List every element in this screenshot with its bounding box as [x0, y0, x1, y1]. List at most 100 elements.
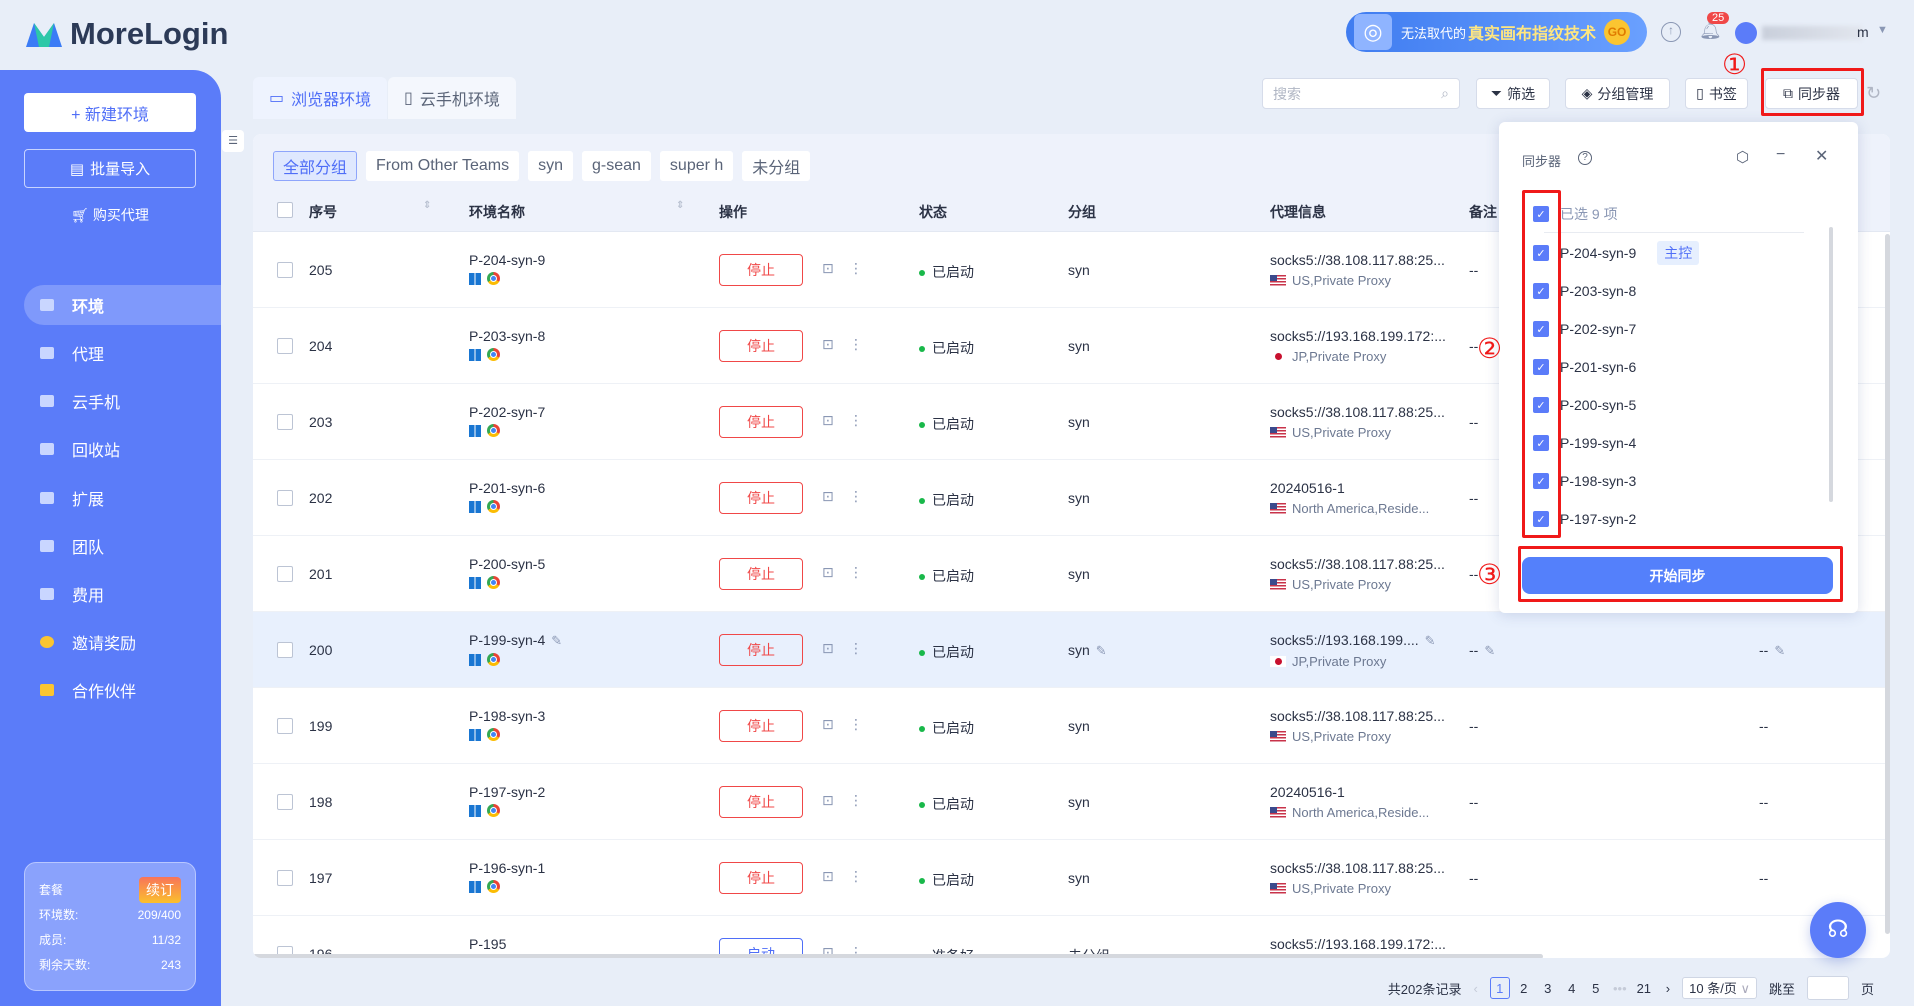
row-checkbox[interactable]	[277, 718, 293, 734]
table-row[interactable]: 199 P-198-syn-3 停止 ⊡ ⋮ 已启动 syn socks5://…	[253, 688, 1890, 764]
next-page-icon[interactable]: ›	[1666, 981, 1670, 996]
row-checkbox[interactable]	[277, 490, 293, 506]
edit-icon[interactable]: ✎	[1425, 633, 1436, 648]
env-name[interactable]: P-202-syn-7	[469, 404, 545, 420]
user-dropdown-icon[interactable]: ▼	[1877, 24, 1888, 36]
avatar[interactable]	[1735, 22, 1757, 44]
stop-button[interactable]: 停止	[719, 634, 803, 666]
page-1[interactable]: 1	[1489, 977, 1510, 999]
prev-page-icon[interactable]: ‹	[1473, 981, 1477, 996]
upload-icon[interactable]: ↑	[1661, 22, 1681, 42]
help-icon[interactable]: ?	[1578, 151, 1592, 165]
group-management-button[interactable]: ◈ 分组管理	[1565, 78, 1670, 109]
more-icon[interactable]: ⋮	[849, 792, 863, 809]
table-row[interactable]: 198 P-197-syn-2 停止 ⊡ ⋮ 已启动 syn 20240516-…	[253, 764, 1890, 840]
bookmark-button[interactable]: ▯ 书签	[1685, 78, 1748, 109]
more-icon[interactable]: ⋮	[849, 868, 863, 885]
sidebar-item-billing[interactable]: 费用	[24, 574, 221, 614]
sort-icon[interactable]: ⇕	[676, 200, 684, 211]
window-icon[interactable]: ⊡	[822, 260, 834, 277]
row-checkbox[interactable]	[277, 870, 293, 886]
more-icon[interactable]: ⋮	[849, 564, 863, 581]
env-name[interactable]: P-197-syn-2	[469, 784, 545, 800]
more-icon[interactable]: ⋮	[849, 412, 863, 429]
row-checkbox[interactable]	[277, 414, 293, 430]
window-icon[interactable]: ⊡	[822, 640, 834, 657]
sidebar-item-extensions[interactable]: 扩展	[24, 478, 221, 518]
stop-button[interactable]: 停止	[719, 786, 803, 818]
page-21[interactable]: 21	[1634, 977, 1654, 999]
window-icon[interactable]: ⊡	[822, 564, 834, 581]
renew-button[interactable]: 续订	[139, 876, 181, 903]
row-checkbox[interactable]	[277, 338, 293, 354]
filter-button[interactable]: ⏷ 筛选	[1476, 78, 1550, 109]
window-icon[interactable]: ⊡	[822, 412, 834, 429]
sidebar-item-referral[interactable]: 邀请奖励	[24, 622, 221, 662]
env-name[interactable]: P-200-syn-5	[469, 556, 545, 572]
promo-banner[interactable]: ◎ 无法取代的 真实画布指纹技术 GO	[1346, 12, 1647, 52]
stop-button[interactable]: 停止	[719, 482, 803, 514]
page-3[interactable]: 3	[1538, 977, 1558, 999]
stop-button[interactable]: 停止	[719, 254, 803, 286]
window-icon[interactable]: ⊡	[822, 336, 834, 353]
window-icon[interactable]: ⊡	[822, 792, 834, 809]
env-name[interactable]: P-201-syn-6	[469, 480, 545, 496]
table-row[interactable]: 200 P-199-syn-4 ✎ 停止 ⊡ ⋮ 已启动 syn ✎ socks5:…	[253, 612, 1890, 688]
env-name[interactable]: P-195	[469, 936, 506, 952]
stop-button[interactable]: 停止	[719, 710, 803, 742]
page-5[interactable]: 5	[1586, 977, 1606, 999]
env-name[interactable]: P-198-syn-3	[469, 708, 545, 724]
group-chip[interactable]: syn	[528, 151, 573, 181]
edit-icon[interactable]: ✎	[551, 633, 562, 648]
edit-icon[interactable]: ✎	[1096, 643, 1107, 658]
env-name[interactable]: P-204-syn-9	[469, 252, 545, 268]
page-size-select[interactable]: 10 条/页 ∨	[1682, 977, 1757, 999]
close-icon[interactable]: ✕	[1815, 146, 1828, 166]
env-name[interactable]: P-199-syn-4	[469, 632, 545, 648]
select-all-checkbox[interactable]	[277, 202, 293, 218]
header-index[interactable]: 序号	[309, 202, 337, 222]
buy-proxy-link[interactable]: 🛒︎ 购买代理	[24, 205, 196, 225]
sidebar-item-team[interactable]: 团队	[24, 526, 221, 566]
horizontal-scrollbar[interactable]	[253, 954, 1543, 958]
group-chip[interactable]: g-sean	[582, 151, 651, 181]
new-environment-button[interactable]: + 新建环境	[24, 93, 196, 132]
vertical-scrollbar[interactable]	[1885, 234, 1890, 934]
sidebar-item-recycle-bin[interactable]: 回收站	[24, 429, 221, 469]
sidebar-item-cloud-phone[interactable]: 云手机	[24, 381, 221, 421]
page-ellipsis[interactable]: •••	[1610, 977, 1630, 999]
stop-button[interactable]: 停止	[719, 862, 803, 894]
group-chip[interactable]: From Other Teams	[366, 151, 520, 181]
row-checkbox[interactable]	[277, 642, 293, 658]
table-row[interactable]: 196 P-195 启动 ⊡ ⋮ 准备好 未分组 socks5://193.16…	[253, 916, 1890, 958]
minimize-icon[interactable]: −	[1776, 146, 1785, 164]
batch-import-button[interactable]: ▤ 批量导入	[24, 149, 196, 188]
edit-icon[interactable]: ✎	[1484, 643, 1495, 658]
table-row[interactable]: 197 P-196-syn-1 停止 ⊡ ⋮ 已启动 syn socks5://…	[253, 840, 1890, 916]
search-input[interactable]: 搜索 ⌕	[1262, 78, 1460, 109]
collapse-sidebar-icon[interactable]: ☰	[222, 130, 244, 152]
stop-button[interactable]: 停止	[719, 406, 803, 438]
window-icon[interactable]: ⊡	[822, 868, 834, 885]
group-chip[interactable]: 全部分组	[273, 151, 358, 181]
settings-icon[interactable]: ⬡	[1736, 148, 1749, 166]
window-icon[interactable]: ⊡	[822, 716, 834, 733]
group-chip[interactable]: super h	[659, 151, 734, 181]
more-icon[interactable]: ⋮	[849, 336, 863, 353]
row-checkbox[interactable]	[277, 262, 293, 278]
sync-list-scrollbar[interactable]	[1829, 227, 1833, 502]
page-4[interactable]: 4	[1562, 977, 1582, 999]
sidebar-item-partners[interactable]: 合作伙伴	[24, 670, 221, 710]
edit-icon[interactable]: ✎	[1774, 643, 1785, 658]
refresh-icon[interactable]: ↻	[1866, 83, 1881, 104]
stop-button[interactable]: 停止	[719, 330, 803, 362]
sidebar-item-proxy[interactable]: 代理	[24, 333, 221, 373]
window-icon[interactable]: ⊡	[822, 488, 834, 505]
more-icon[interactable]: ⋮	[849, 260, 863, 277]
sort-icon[interactable]: ⇕	[423, 200, 431, 211]
more-icon[interactable]: ⋮	[849, 716, 863, 733]
stop-button[interactable]: 停止	[719, 558, 803, 590]
tab-cloud-phone-env[interactable]: ▯ 云手机环境	[388, 77, 516, 119]
row-checkbox[interactable]	[277, 566, 293, 582]
jump-page-input[interactable]	[1806, 976, 1849, 1000]
